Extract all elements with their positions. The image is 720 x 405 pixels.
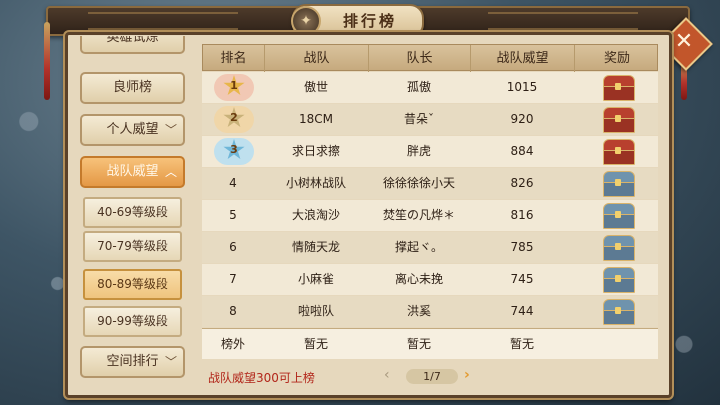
captain-cell: 昔朵ˇ — [403, 112, 434, 126]
page-indicator: 1/7 — [406, 369, 458, 384]
blue-chest-icon[interactable] — [601, 171, 635, 197]
captain-cell: 撑起ヾ。 — [394, 240, 443, 254]
prestige-cell: 744 — [510, 304, 534, 318]
team-cell: 18CM — [298, 112, 333, 126]
header-captain: 队长 — [369, 45, 471, 72]
team-cell: 求日求擦 — [291, 144, 340, 158]
team-cell: 大浪淘沙 — [291, 208, 340, 222]
sidebar-item-space-ranking[interactable]: 空间排行 ﹀ — [80, 346, 185, 378]
sidebar-item-personal-prestige[interactable]: 个人威望 ﹀ — [80, 114, 185, 146]
rank-cell: 2 — [230, 111, 238, 124]
team-cell: 小树林战队 — [285, 176, 346, 190]
table-row: 6 情随天龙 撑起ヾ。 785 — [202, 232, 658, 263]
table-row: 4 小树林战队 徐徐徐徐小天 826 — [202, 168, 658, 199]
prestige-cell: 785 — [510, 240, 534, 254]
header-prestige: 战队威望 — [471, 45, 575, 72]
footer-rank: 榜外 — [220, 337, 245, 351]
next-page-button[interactable]: › — [464, 367, 470, 383]
header-reward: 奖励 — [603, 51, 630, 66]
captain-cell: 焚笙の凡烨＊ — [382, 208, 455, 222]
rank-cell: 4 — [229, 176, 237, 190]
table-row: 8 啦啦队 洪奚 744 — [202, 296, 658, 327]
table-row: 3 求日求擦 胖虎 884 — [202, 136, 658, 167]
table-row: 1 傲世 孤傲 1015 — [202, 72, 658, 103]
red-chest-icon[interactable] — [601, 139, 635, 165]
header-rank: 排名 — [203, 45, 265, 72]
blue-chest-icon[interactable] — [601, 235, 635, 261]
sidebar-item-label: 战队威望 — [106, 164, 159, 179]
chevron-up-icon: ︿ — [164, 165, 177, 179]
level-tab-80-89[interactable]: 80-89等级段 — [83, 269, 182, 300]
footer-captain: 暂无 — [406, 337, 431, 351]
level-tab-label: 80-89等级段 — [97, 277, 168, 291]
header-ornament-left — [88, 12, 238, 30]
prestige-cell: 1015 — [506, 80, 538, 94]
footer-team: 暂无 — [303, 337, 328, 351]
rank-cell: 8 — [229, 304, 237, 318]
chevron-down-icon: ﹀ — [164, 355, 177, 369]
prestige-cell: 816 — [510, 208, 534, 222]
captain-cell: 孤傲 — [406, 80, 431, 94]
level-tab-label: 70-79等级段 — [97, 239, 168, 253]
rank-medal-icon: 1 — [214, 74, 254, 101]
prestige-cell: 884 — [510, 144, 534, 158]
prev-page-button[interactable]: ‹ — [384, 367, 390, 383]
prestige-cell: 920 — [510, 112, 534, 126]
level-tab-label: 90-99等级段 — [97, 314, 168, 328]
sidebar[interactable]: 英雄试炼 良师榜 个人威望 ﹀ 战队威望 ︿ 40-69等级段 70-79等级段… — [80, 36, 185, 382]
level-tab-40-69[interactable]: 40-69等级段 — [83, 197, 182, 228]
prestige-cell: 826 — [510, 176, 534, 190]
requirement-hint: 战队威望300可上榜 — [208, 371, 315, 385]
sidebar-item-label: 个人威望 — [106, 122, 159, 137]
table-header: 排名 战队 队长 战队威望 奖励 — [202, 44, 658, 72]
blue-chest-icon[interactable] — [601, 299, 635, 325]
captain-cell: 徐徐徐徐小天 — [382, 176, 455, 190]
team-cell: 小麻雀 — [297, 272, 334, 286]
footer-prestige: 暂无 — [509, 337, 534, 351]
page-title: 排行榜 — [342, 12, 397, 30]
level-tab-label: 40-69等级段 — [97, 205, 168, 219]
captain-cell: 胖虎 — [406, 144, 431, 158]
red-gold-chest-icon[interactable] — [601, 107, 635, 133]
header-ornament-right — [488, 12, 638, 30]
level-tab-70-79[interactable]: 70-79等级段 — [83, 231, 182, 262]
sidebar-item-label: 良师榜 — [112, 80, 152, 95]
sidebar-item-label: 英雄试炼 — [106, 36, 159, 45]
blue-chest-icon[interactable] — [601, 203, 635, 229]
rank-medal-icon: 2 — [214, 106, 254, 133]
rank-cell: 3 — [230, 143, 238, 156]
sidebar-item-hero-trial[interactable]: 英雄试炼 — [80, 36, 185, 54]
sidebar-item-label: 空间排行 — [106, 354, 159, 369]
chevron-down-icon: ﹀ — [164, 123, 177, 137]
close-icon[interactable]: ✕ — [667, 25, 701, 59]
rank-medal-icon: 3 — [214, 138, 254, 165]
tassel-left-decoration — [44, 22, 50, 100]
sidebar-item-team-prestige[interactable]: 战队威望 ︿ — [80, 156, 185, 188]
captain-cell: 洪奚 — [406, 304, 431, 318]
sidebar-item-mentor[interactable]: 良师榜 — [80, 72, 185, 104]
blue-chest-icon[interactable] — [601, 267, 635, 293]
team-cell: 傲世 — [303, 80, 328, 94]
prestige-cell: 745 — [510, 272, 534, 286]
rank-cell: 6 — [229, 240, 237, 254]
team-cell: 啦啦队 — [297, 304, 334, 318]
rank-cell: 5 — [229, 208, 237, 222]
my-team-row: 榜外 暂无 暂无 暂无 — [202, 328, 658, 359]
rank-cell: 1 — [230, 79, 238, 92]
pagination: ‹ 1/7 › — [384, 367, 484, 385]
red-gold-chest-icon[interactable] — [601, 75, 635, 101]
level-tab-90-99[interactable]: 90-99等级段 — [83, 306, 182, 337]
table-row: 2 18CM 昔朵ˇ 920 — [202, 104, 658, 135]
team-cell: 情随天龙 — [291, 240, 340, 254]
captain-cell: 离心未挽 — [394, 272, 443, 286]
header-team: 战队 — [265, 45, 369, 72]
table-row: 7 小麻雀 离心未挽 745 — [202, 264, 658, 295]
rank-cell: 7 — [229, 272, 237, 286]
table-row: 5 大浪淘沙 焚笙の凡烨＊ 816 — [202, 200, 658, 231]
